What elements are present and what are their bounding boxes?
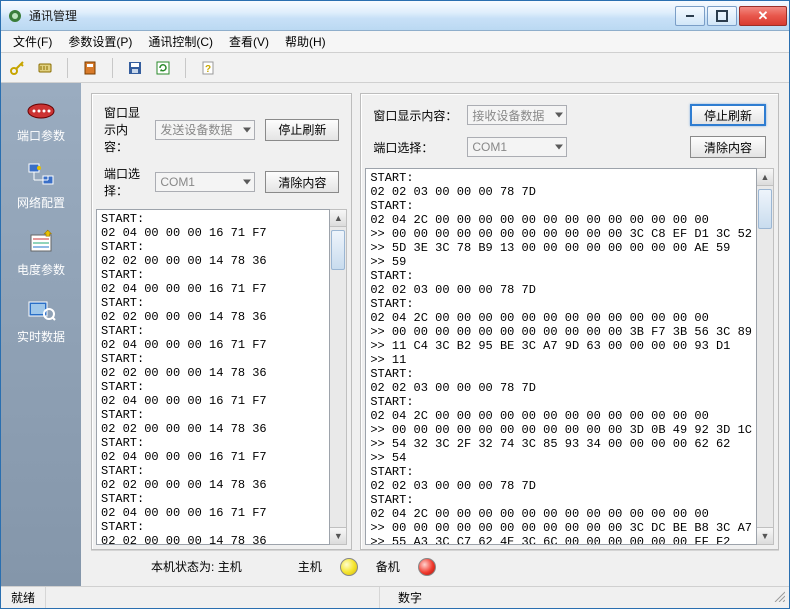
sidebar-item-port-params[interactable]: 端口参数	[1, 95, 81, 144]
client-area: 端口参数 网络配置 电度参数 实时数据 窗口显示内容：	[1, 83, 789, 586]
sidebar-item-label: 实时数据	[17, 328, 65, 345]
menu-params[interactable]: 参数设置(P)	[60, 31, 140, 52]
sidebar-item-label: 端口参数	[17, 127, 65, 144]
menu-comm[interactable]: 通讯控制(C)	[140, 31, 221, 52]
port-select-value: COM1	[160, 175, 195, 189]
maximize-button[interactable]	[707, 6, 737, 26]
app-window: 通讯管理 文件(F) 参数设置(P) 通讯控制(C) 查看(V) 帮助(H) ?	[0, 0, 790, 609]
primary-label: 主机	[298, 558, 322, 575]
sidebar: 端口参数 网络配置 电度参数 实时数据	[1, 83, 81, 586]
backup-label: 备机	[376, 558, 400, 575]
app-icon	[7, 8, 23, 24]
scroll-down-icon[interactable]: ▼	[757, 527, 773, 544]
log-wrap-right: START: 02 02 03 00 00 00 78 7D START: 02…	[365, 168, 774, 545]
save-icon[interactable]	[125, 58, 145, 78]
host-state-label-text: 本机状态为:	[151, 560, 214, 574]
ports-red-icon	[25, 95, 57, 123]
window-title: 通讯管理	[29, 7, 673, 24]
refresh-icon[interactable]	[153, 58, 173, 78]
stop-refresh-button[interactable]: 停止刷新	[690, 104, 766, 126]
panel-recv-controls: 窗口显示内容： 接收设备数据 停止刷新 端口选择： COM1 清除内容	[361, 94, 778, 164]
key-icon[interactable]	[7, 58, 27, 78]
status-bar: 就绪 数字	[1, 586, 789, 608]
display-content-label: 窗口显示内容：	[373, 107, 457, 124]
minimize-button[interactable]	[675, 6, 705, 26]
status-ready: 就绪	[1, 587, 46, 608]
resize-grip-icon[interactable]	[773, 590, 789, 606]
menu-file[interactable]: 文件(F)	[5, 31, 60, 52]
sidebar-item-network[interactable]: 网络配置	[1, 162, 81, 211]
display-content-value: 接收设备数据	[472, 107, 544, 124]
scrollbar-right[interactable]: ▲ ▼	[757, 168, 774, 545]
log-recv[interactable]: START: 02 02 03 00 00 00 78 7D START: 02…	[365, 168, 757, 545]
panel-recv: 窗口显示内容： 接收设备数据 停止刷新 端口选择： COM1 清除内容 STAR…	[360, 93, 779, 550]
ports-icon[interactable]	[35, 58, 55, 78]
scroll-up-icon[interactable]: ▲	[330, 210, 346, 227]
display-content-select[interactable]: 接收设备数据	[467, 105, 567, 125]
log-send[interactable]: START: 02 04 00 00 00 16 71 F7 START: 02…	[96, 209, 330, 545]
stop-refresh-button[interactable]: 停止刷新	[265, 119, 339, 141]
toolbar-separator	[112, 58, 113, 78]
sidebar-item-meter[interactable]: 电度参数	[1, 229, 81, 278]
port-select-label: 端口选择：	[104, 165, 145, 199]
panel-send-controls: 窗口显示内容： 发送设备数据 停止刷新 端口选择： COM1 清除内容	[92, 94, 351, 205]
title-bar[interactable]: 通讯管理	[1, 1, 789, 31]
scroll-down-icon[interactable]: ▼	[330, 527, 346, 544]
panel-send: 窗口显示内容： 发送设备数据 停止刷新 端口选择： COM1 清除内容 STAR…	[91, 93, 352, 550]
panels-row: 窗口显示内容： 发送设备数据 停止刷新 端口选择： COM1 清除内容 STAR…	[91, 93, 779, 550]
close-button[interactable]	[739, 6, 787, 26]
port-select-label: 端口选择：	[373, 139, 457, 156]
backup-status-dot	[418, 558, 436, 576]
port-select-value: COM1	[472, 140, 507, 154]
display-content-value: 发送设备数据	[160, 121, 232, 138]
help-icon[interactable]: ?	[198, 58, 218, 78]
book-icon[interactable]	[80, 58, 100, 78]
port-select[interactable]: COM1	[155, 172, 255, 192]
toolbar: ?	[1, 53, 789, 83]
scroll-up-icon[interactable]: ▲	[757, 169, 773, 186]
display-content-label: 窗口显示内容：	[104, 104, 145, 155]
port-select[interactable]: COM1	[467, 137, 567, 157]
svg-text:?: ?	[205, 64, 211, 75]
scroll-thumb[interactable]	[331, 230, 345, 270]
status-numlock: 数字	[379, 587, 440, 608]
sidebar-item-label: 网络配置	[17, 194, 65, 211]
network-icon	[25, 162, 57, 190]
menu-bar: 文件(F) 参数设置(P) 通讯控制(C) 查看(V) 帮助(H)	[1, 31, 789, 53]
toolbar-separator	[185, 58, 186, 78]
clear-content-button[interactable]: 清除内容	[690, 136, 766, 158]
sidebar-item-label: 电度参数	[17, 261, 65, 278]
menu-view[interactable]: 查看(V)	[221, 31, 277, 52]
clear-content-button[interactable]: 清除内容	[265, 171, 339, 193]
host-state-value: 主机	[218, 560, 242, 574]
log-wrap-left: START: 02 04 00 00 00 16 71 F7 START: 02…	[96, 209, 347, 545]
window-buttons	[673, 6, 787, 26]
sidebar-item-realtime[interactable]: 实时数据	[1, 296, 81, 345]
host-state-label: 本机状态为: 主机	[151, 558, 242, 575]
primary-status-dot	[340, 558, 358, 576]
scrollbar-left[interactable]: ▲ ▼	[330, 209, 347, 545]
meter-icon	[25, 229, 57, 257]
main-area: 窗口显示内容： 发送设备数据 停止刷新 端口选择： COM1 清除内容 STAR…	[81, 83, 789, 586]
display-content-select[interactable]: 发送设备数据	[155, 120, 255, 140]
menu-help[interactable]: 帮助(H)	[277, 31, 334, 52]
footer-bar: 本机状态为: 主机 主机 备机	[91, 550, 779, 582]
scroll-thumb[interactable]	[758, 189, 772, 229]
realtime-icon	[25, 296, 57, 324]
toolbar-separator	[67, 58, 68, 78]
